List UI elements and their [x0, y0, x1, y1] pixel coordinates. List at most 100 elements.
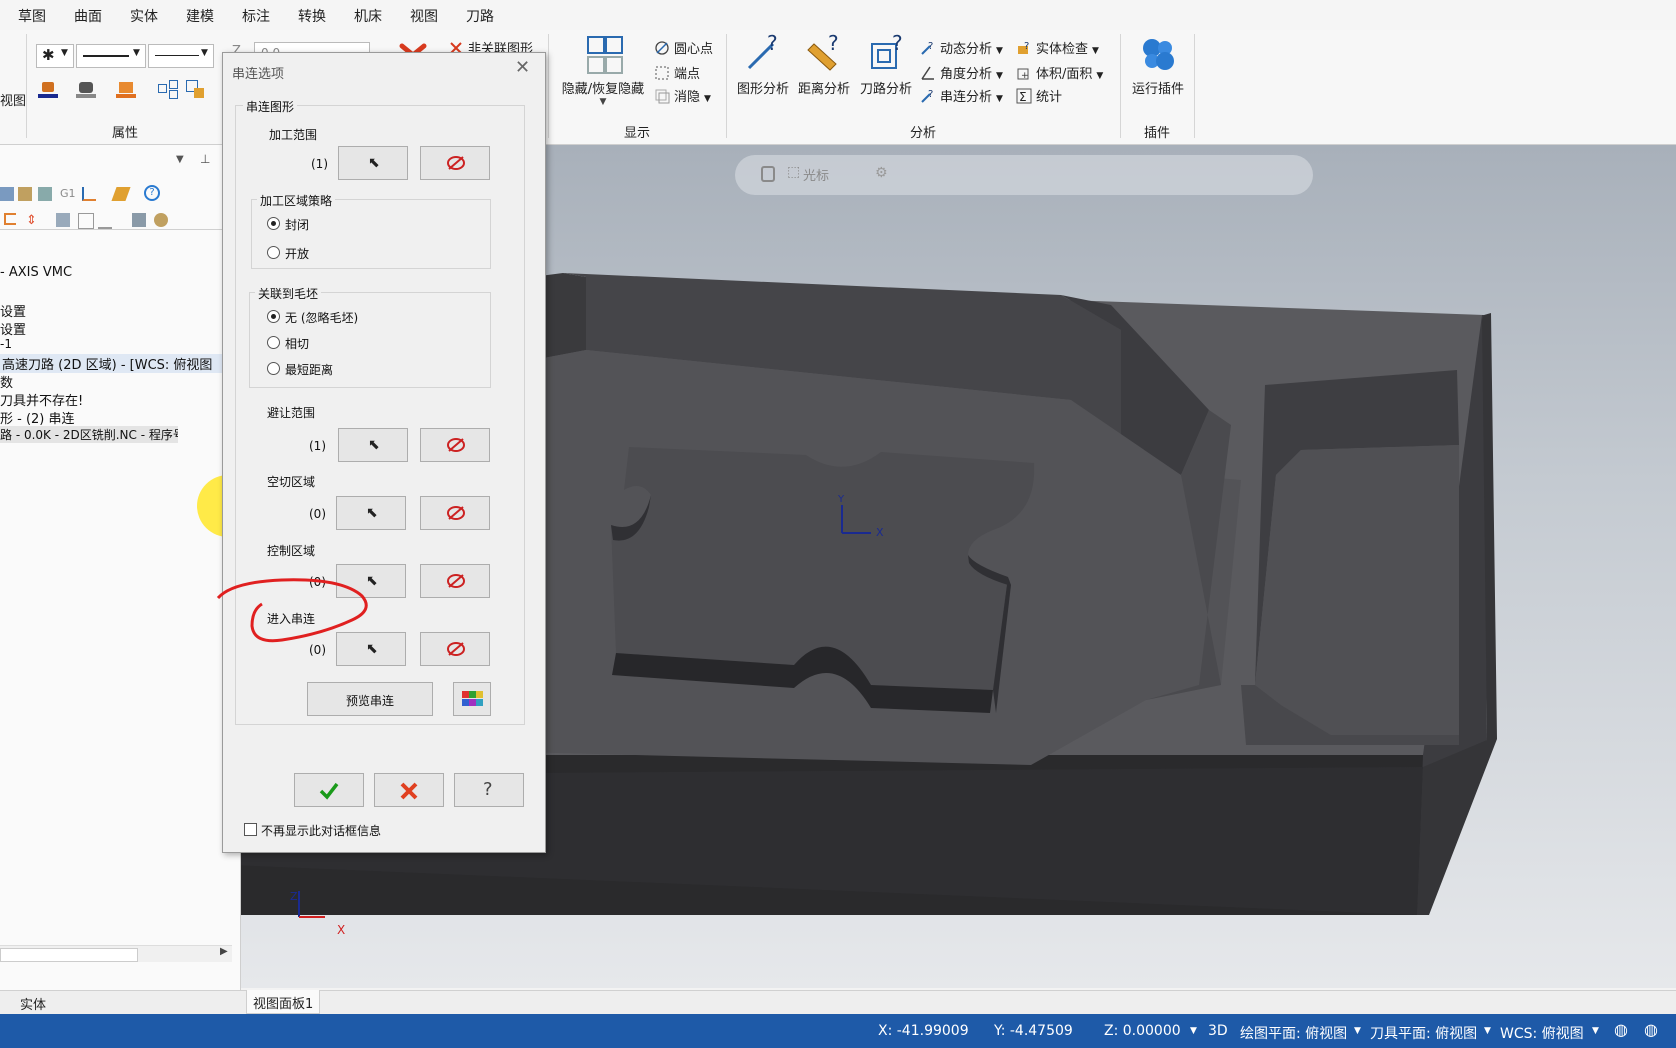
- question-icon: ?: [483, 779, 493, 800]
- chain-analysis-button[interactable]: ? 串连分析 ▼: [920, 86, 1003, 105]
- menu-model[interactable]: 建模: [186, 6, 214, 26]
- pin-icon[interactable]: ⊥: [200, 152, 210, 166]
- status-draw-plane[interactable]: 绘图平面: 俯视图: [1240, 1023, 1347, 1043]
- color-icon[interactable]: [38, 80, 58, 100]
- blank-button[interactable]: 消隐 ▼: [654, 86, 711, 105]
- chevron-down-icon[interactable]: ▼: [1190, 1026, 1197, 1036]
- open-radio[interactable]: [267, 246, 280, 259]
- endpoint-button[interactable]: 端点: [654, 63, 700, 82]
- simulate-icon[interactable]: [132, 213, 146, 227]
- display-icon[interactable]: [98, 213, 112, 229]
- chevron-down-icon[interactable]: ▼: [1484, 1026, 1491, 1036]
- center-point-button[interactable]: 圆心点: [654, 38, 713, 57]
- attribute-icon[interactable]: [158, 80, 178, 99]
- menu-toolpaths[interactable]: 刀路: [466, 6, 494, 26]
- settings-item-2[interactable]: 设置: [0, 319, 26, 338]
- nc-file-item[interactable]: 路 - 0.0K - 2D区铣削.NC - 程序号码: [0, 426, 178, 443]
- globe-icon-2[interactable]: ◍: [1644, 1020, 1658, 1039]
- regen-icon[interactable]: [38, 187, 52, 201]
- geometry-analysis-button[interactable]: ? 图形分析: [734, 31, 792, 97]
- status-wcs[interactable]: WCS: 俯视图: [1500, 1023, 1584, 1043]
- machining-select-button[interactable]: ⬉: [338, 146, 408, 180]
- chevron-down-icon[interactable]: ▼: [1592, 1026, 1599, 1036]
- geometry-analysis-icon: ?: [743, 31, 783, 74]
- machining-range-label: 加工范围: [269, 128, 318, 142]
- status-tool-plane[interactable]: 刀具平面: 俯视图: [1370, 1023, 1477, 1043]
- preview-chain-button[interactable]: 预览串连: [307, 682, 433, 716]
- machine-group-item[interactable]: - AXIS VMC: [0, 265, 72, 280]
- geometry-chain-item[interactable]: 形 - (2) 串连: [0, 408, 75, 427]
- dont-show-checkbox[interactable]: [244, 823, 257, 836]
- chevron-down-icon[interactable]: ▼: [1354, 1026, 1361, 1036]
- dynamic-analysis-button[interactable]: ? 动态分析 ▼: [920, 38, 1003, 57]
- help-icon[interactable]: ?: [144, 185, 160, 201]
- avoid-clear-button[interactable]: [420, 428, 490, 462]
- expand-icon[interactable]: [4, 213, 16, 225]
- distance-analysis-button[interactable]: ? 距离分析: [794, 31, 854, 97]
- toggle-icon[interactable]: [56, 213, 70, 227]
- hst-toolpath-item[interactable]: 高速刀路 (2D 区域) - [WCS: 俯视图: [0, 354, 240, 373]
- hide-restore-button[interactable]: 隐藏/恢复隐藏 ▼: [556, 34, 650, 107]
- g1-icon[interactable]: G1: [60, 187, 76, 200]
- menu-bar: 草图 曲面 实体 建模 标注 转换 机床 视图 刀路: [0, 0, 1676, 31]
- air-clear-button[interactable]: [420, 496, 490, 530]
- solid-check-button[interactable]: ? 实体检查 ▼: [1016, 38, 1099, 57]
- none-ignore-radio[interactable]: [267, 310, 280, 323]
- no-chain-icon: [447, 574, 465, 588]
- transform-icon[interactable]: [186, 80, 206, 98]
- ok-button[interactable]: [294, 773, 364, 807]
- toolpath-group-item[interactable]: -1: [0, 337, 12, 351]
- tool-missing-item[interactable]: 刀具并不存在!: [0, 390, 83, 409]
- layer-color-icon[interactable]: [116, 80, 136, 100]
- avoid-select-button[interactable]: ⬉: [338, 428, 408, 462]
- horizontal-scrollbar[interactable]: ▶: [0, 945, 232, 962]
- cancel-button[interactable]: [374, 773, 444, 807]
- angle-analysis-button[interactable]: 角度分析 ▼: [920, 63, 1003, 82]
- settings-item[interactable]: 设置: [0, 301, 26, 320]
- menu-transform[interactable]: 转换: [298, 6, 326, 26]
- tangent-radio[interactable]: [267, 336, 280, 349]
- avoid-range-label: 避让范围: [267, 406, 316, 420]
- move-updown-icon[interactable]: ⇕: [26, 213, 37, 228]
- panel-dropdown-icon[interactable]: ▼: [176, 154, 184, 165]
- menu-view[interactable]: 视图: [410, 6, 438, 26]
- separator: [726, 34, 727, 138]
- menu-annotate[interactable]: 标注: [242, 6, 270, 26]
- menu-surface[interactable]: 曲面: [74, 6, 102, 26]
- run-addin-button[interactable]: 运行插件: [1126, 34, 1190, 97]
- closed-radio[interactable]: [267, 217, 280, 230]
- status-z[interactable]: Z: 0.00000: [1104, 1023, 1181, 1039]
- menu-machine[interactable]: 机床: [354, 6, 382, 26]
- no-chain-icon: [447, 438, 465, 452]
- entry-clear-button[interactable]: [420, 632, 490, 666]
- line-width-dropdown[interactable]: ▼: [148, 44, 214, 68]
- select-icon[interactable]: [18, 187, 32, 201]
- tab-view-panel[interactable]: 视图面板1: [246, 990, 321, 1014]
- point-style-dropdown[interactable]: ✱ ▼: [36, 44, 74, 68]
- menu-sketch[interactable]: 草图: [18, 6, 46, 26]
- lock-icon[interactable]: [78, 213, 94, 229]
- post-icon[interactable]: [82, 187, 96, 201]
- machining-clear-button[interactable]: [420, 146, 490, 180]
- toolpath-analysis-button[interactable]: ? 刀路分析: [856, 31, 916, 97]
- edit-icon[interactable]: [111, 187, 131, 201]
- parameters-item[interactable]: 数: [0, 372, 13, 391]
- verify-icon[interactable]: [154, 213, 168, 227]
- shortest-radio[interactable]: [267, 362, 280, 375]
- tab-solid[interactable]: 实体: [20, 994, 46, 1013]
- statistics-button[interactable]: Σ 统计: [1016, 86, 1062, 105]
- status-mode[interactable]: 3D: [1208, 1023, 1228, 1039]
- select-all-icon[interactable]: [0, 187, 14, 201]
- chain-colors-button[interactable]: [453, 682, 491, 716]
- line-style-dropdown[interactable]: ▼: [76, 44, 146, 68]
- volume-area-button[interactable]: + 体积/面积 ▼: [1016, 63, 1103, 82]
- fill-color-icon[interactable]: [76, 80, 96, 100]
- menu-solid[interactable]: 实体: [130, 6, 158, 26]
- globe-icon[interactable]: ◍: [1614, 1020, 1628, 1039]
- separator: [1194, 34, 1195, 138]
- air-select-button[interactable]: ⬉: [336, 496, 406, 530]
- control-clear-button[interactable]: [420, 564, 490, 598]
- help-button[interactable]: ?: [454, 773, 524, 807]
- close-icon[interactable]: ✕: [515, 57, 530, 78]
- angle-icon: [920, 65, 936, 81]
